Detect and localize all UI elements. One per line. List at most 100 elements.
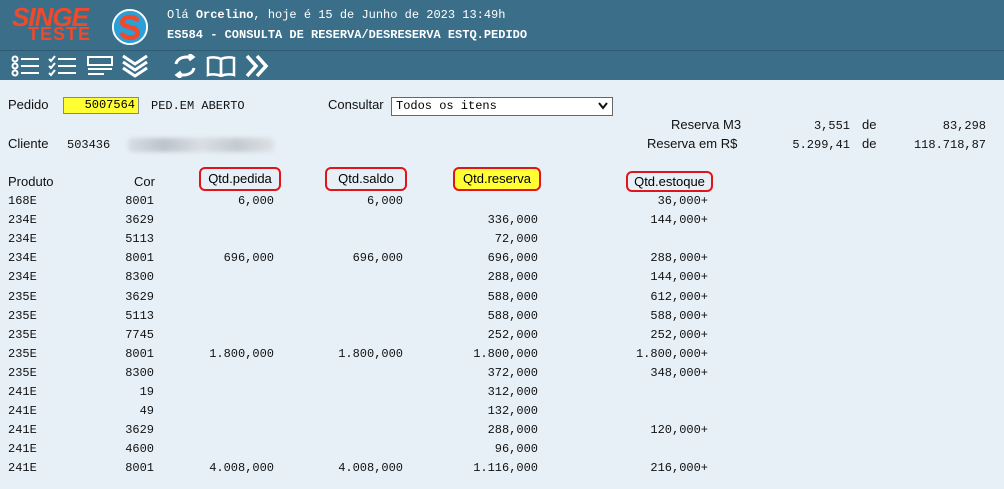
de-label: de [862,117,877,132]
cell-produto: 234E [8,213,37,228]
cell-produto: 234E [8,232,37,247]
chevrons-down-icon[interactable] [119,53,151,79]
toolbar [0,50,1004,80]
col-qtd-pedida: Qtd.pedida [199,167,281,191]
table-row: 241E 19 312,000 [0,385,1004,404]
table-row: 241E 49 132,000 [0,404,1004,423]
cliente-code: 503436 [67,138,111,152]
table-row: 234E 8001 696,000 696,000 696,000 288,000+ [0,251,1004,270]
cell-qtd-saldo: 696,000 [352,251,403,266]
cell-qtd-estoque: 36,000+ [657,194,708,208]
cell-qtd-estoque: 348,000+ [650,365,708,380]
table-row: 241E 3629 288,000 120,000+ [0,423,1004,442]
fast-forward-icon[interactable] [242,53,272,79]
reserva-rs-total: 118.718,87 [913,138,986,152]
col-qtd-reserva: Qtd.reserva [453,167,541,191]
table-row: 168E 8001 6,000 6,000 36,000+ [0,194,1004,213]
cell-produto: 235E [8,308,37,323]
col-produto: Produto [8,174,54,189]
page-title: ES584 - CONSULTA DE RESERVA/DESRESERVA E… [167,28,528,42]
cell-qtd-estoque: 216,000+ [650,461,708,476]
pedido-status: PED.EM ABERTO [151,99,245,113]
cell-produto: 235E [8,346,37,361]
cell-qtd-estoque: 1.800,000+ [635,346,708,361]
cell-qtd-reserva: 588,000 [487,308,538,323]
table-row: 235E 5113 588,000 588,000+ [0,309,1004,328]
list-icon[interactable] [10,53,42,79]
cell-qtd-reserva: 696,000 [487,251,538,266]
cell-qtd-reserva: 1.800,000 [473,346,538,361]
pedido-label: Pedido [8,97,49,112]
pedido-input[interactable]: 5007564 [63,97,139,114]
table-row: 235E 8300 372,000 348,000+ [0,366,1004,385]
cell-produto: 235E [8,327,37,342]
chevron-down-icon [598,102,608,110]
cell-qtd-reserva: 312,000 [487,385,538,399]
table-row: 235E 7745 252,000 252,000+ [0,328,1004,347]
cell-produto: 235E [8,289,37,304]
cell-cor: 3629 [125,423,154,438]
col-cor: Cor [134,174,155,189]
cell-qtd-reserva: 588,000 [487,289,538,304]
user-name: Orcelino [195,8,254,22]
cell-produto: 241E [8,404,37,419]
consultar-select[interactable]: Todos os itens [391,97,613,116]
cell-qtd-reserva: 132,000 [487,404,538,419]
greeting: Olá Orcelino, hoje é 15 de Junho de 2023… [167,8,506,22]
cell-qtd-estoque: 144,000+ [650,213,708,228]
cell-qtd-reserva: 72,000 [494,232,538,247]
cell-qtd-estoque: 252,000+ [650,327,708,342]
logo-teste: TESTE [28,24,92,44]
cell-qtd-reserva: 1.116,000 [473,461,538,476]
cell-produto: 168E [8,194,37,208]
table-row: 234E 8300 288,000 144,000+ [0,270,1004,289]
cell-cor: 8001 [125,194,154,208]
cell-cor: 8300 [125,365,154,380]
cell-cor: 8001 [125,461,154,476]
consultar-value: Todos os itens [396,99,497,113]
cell-qtd-reserva: 252,000 [487,327,538,342]
reserva-m3-total: 83,298 [942,119,986,133]
cell-qtd-pedida: 6,000 [237,194,274,208]
cell-cor: 3629 [125,213,154,228]
cell-qtd-saldo: 6,000 [366,194,403,208]
cell-produto: 234E [8,251,37,266]
cell-qtd-reserva: 336,000 [487,213,538,228]
table-row: 235E 3629 588,000 612,000+ [0,290,1004,309]
cell-qtd-reserva: 372,000 [487,365,538,380]
cell-cor: 8001 [125,251,154,266]
table-row: 241E 4600 96,000 [0,442,1004,461]
reserva-m3-label: Reserva M3 [671,117,742,132]
cell-qtd-reserva: 288,000 [487,423,538,438]
cell-cor: 8001 [125,346,154,361]
table-row: 241E 8001 4.008,000 4.008,000 1.116,000 216,0… [0,461,1004,480]
cell-produto: 235E [8,365,37,380]
logo-s-icon [111,8,149,46]
cell-qtd-estoque: 288,000+ [650,251,708,266]
reserva-m3-value: 3,551 [813,119,850,133]
cell-qtd-pedida: 696,000 [223,251,274,266]
app-header: SINGE TESTE Olá Orcelino, hoje é 15 de J… [0,0,1004,50]
consultar-label: Consultar [328,97,384,112]
cell-qtd-estoque: 588,000+ [650,308,708,323]
book-icon[interactable] [205,53,237,79]
cell-cor: 4600 [125,442,154,457]
cell-produto: 234E [8,270,37,285]
cliente-name-redacted [128,138,274,152]
reserva-rs-label: Reserva em R$ [647,136,738,151]
checklist-icon[interactable] [47,53,79,79]
cell-qtd-pedida: 1.800,000 [209,346,274,361]
cell-qtd-estoque: 144,000+ [650,270,708,285]
form-icon[interactable] [84,53,116,79]
cell-qtd-estoque: 612,000+ [650,289,708,304]
cell-qtd-reserva: 288,000 [487,270,538,285]
table-row: 234E 5113 72,000 [0,232,1004,251]
de-label: de [862,136,877,151]
table-row: 234E 3629 336,000 144,000+ [0,213,1004,232]
col-qtd-estoque: Qtd.estoque [626,171,713,192]
cell-cor: 5113 [125,232,154,247]
cell-cor: 8300 [125,270,154,285]
cell-produto: 241E [8,461,37,476]
cliente-label: Cliente [8,136,49,151]
refresh-icon[interactable] [170,53,200,79]
